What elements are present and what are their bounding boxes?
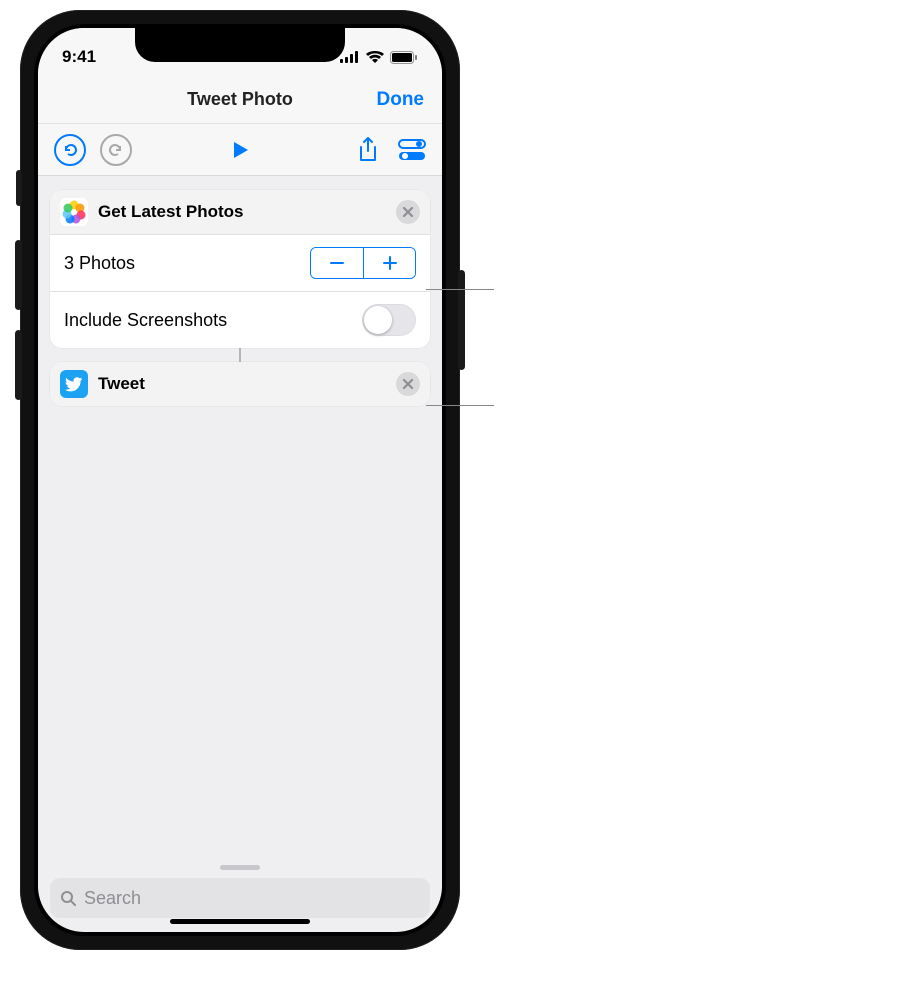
action-title: Get Latest Photos — [98, 202, 386, 222]
callout-line — [426, 289, 494, 290]
quantity-stepper[interactable] — [310, 247, 416, 279]
toolbar — [38, 124, 442, 176]
wifi-icon — [366, 51, 384, 63]
remove-action-button[interactable] — [396, 200, 420, 224]
photos-app-icon — [60, 198, 88, 226]
settings-toggle-button[interactable] — [398, 137, 426, 163]
action-tweet[interactable]: Tweet — [50, 362, 430, 406]
search-input[interactable]: Search — [50, 878, 430, 918]
remove-action-button[interactable] — [396, 372, 420, 396]
include-screenshots-switch[interactable] — [362, 304, 416, 336]
action-header: Tweet — [50, 362, 430, 406]
mute-switch — [16, 170, 22, 206]
power-button — [458, 270, 465, 370]
magnifier-icon — [60, 890, 76, 906]
action-connector — [239, 348, 241, 362]
photos-count-label: 3 Photos — [64, 253, 310, 274]
stepper-minus-button[interactable] — [311, 248, 363, 278]
battery-icon — [390, 51, 418, 64]
play-button[interactable] — [230, 140, 250, 160]
twitter-bird-icon — [60, 370, 88, 398]
callout-line — [426, 405, 494, 406]
redo-button[interactable] — [100, 134, 132, 166]
phone-screen: 9:41 Tweet Photo — [38, 28, 442, 932]
action-get-latest-photos[interactable]: Get Latest Photos 3 Photos — [50, 190, 430, 348]
bottom-panel: Search — [50, 865, 430, 918]
stepper-plus-button[interactable] — [363, 248, 415, 278]
drag-handle[interactable] — [220, 865, 260, 870]
photos-count-row: 3 Photos — [50, 234, 430, 291]
home-indicator[interactable] — [170, 919, 310, 924]
page-title: Tweet Photo — [187, 89, 293, 110]
cellular-icon — [340, 51, 360, 63]
volume-down-button — [15, 330, 22, 400]
include-screenshots-label: Include Screenshots — [64, 310, 362, 331]
include-screenshots-row: Include Screenshots — [50, 291, 430, 348]
phone-frame: 9:41 Tweet Photo — [20, 10, 460, 950]
volume-up-button — [15, 240, 22, 310]
share-button[interactable] — [358, 137, 378, 163]
action-title: Tweet — [98, 374, 386, 394]
action-header: Get Latest Photos — [50, 190, 430, 234]
nav-bar: Tweet Photo Done — [38, 76, 442, 124]
undo-button[interactable] — [54, 134, 86, 166]
search-placeholder: Search — [84, 888, 141, 909]
done-button[interactable]: Done — [377, 89, 425, 111]
shortcut-editor: Get Latest Photos 3 Photos — [38, 176, 442, 432]
notch — [135, 28, 345, 62]
status-time: 9:41 — [62, 47, 96, 67]
